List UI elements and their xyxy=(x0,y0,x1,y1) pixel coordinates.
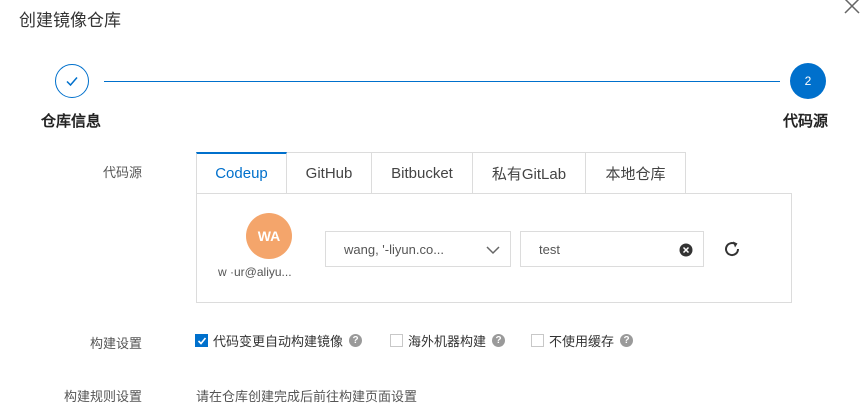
step-2-number: 2 xyxy=(804,74,812,88)
tab-private-gitlab[interactable]: 私有GitLab xyxy=(473,152,586,194)
help-icon[interactable]: ? xyxy=(492,334,506,347)
no-cache-label[interactable]: 不使用缓存 xyxy=(549,331,614,350)
step-1-label: 仓库信息 xyxy=(41,113,102,130)
option-no-cache: 不使用缓存 ? xyxy=(531,331,634,350)
tab-bitbucket[interactable]: Bitbucket xyxy=(372,152,473,194)
tab-local-repo[interactable]: 本地仓库 xyxy=(586,152,686,194)
code-source-label: 代码源 xyxy=(102,165,142,180)
repo-input[interactable]: test xyxy=(520,231,704,267)
no-cache-checkbox[interactable] xyxy=(531,334,544,347)
help-icon[interactable]: ? xyxy=(349,334,363,347)
clear-icon[interactable] xyxy=(679,243,693,257)
org-select-value: wang, '-liyun.co... xyxy=(344,242,445,257)
build-settings-label: 构建设置 xyxy=(89,336,142,351)
step-2-label: 代码源 xyxy=(783,113,829,130)
repo-input-value: test xyxy=(539,242,560,257)
overseas-build-checkbox[interactable] xyxy=(390,334,403,347)
overseas-build-label[interactable]: 海外机器构建 xyxy=(408,331,486,350)
step-1-indicator xyxy=(55,64,89,98)
avatar-initials: WA xyxy=(257,228,281,244)
build-rules-text: 请在仓库创建完成后前往构建页面设置 xyxy=(196,389,418,404)
source-tabs: Codeup GitHub Bitbucket 私有GitLab 本地仓库 xyxy=(196,152,686,194)
tab-codeup[interactable]: Codeup xyxy=(196,152,287,194)
option-auto-build: 代码变更自动构建镜像 ? xyxy=(195,331,363,350)
build-rules-label: 构建规则设置 xyxy=(63,389,142,404)
refresh-icon[interactable] xyxy=(722,239,742,259)
auto-build-label[interactable]: 代码变更自动构建镜像 xyxy=(213,331,343,350)
help-icon[interactable]: ? xyxy=(620,334,634,347)
option-overseas-build: 海外机器构建 ? xyxy=(390,331,506,350)
dialog-title: 创建镜像仓库 xyxy=(19,11,121,30)
avatar: WA xyxy=(246,213,292,259)
close-icon[interactable] xyxy=(842,0,862,16)
chevron-down-icon xyxy=(486,246,500,255)
check-icon xyxy=(66,77,78,87)
step-2-indicator: 2 xyxy=(790,63,826,99)
org-select[interactable]: wang, '-liyun.co... xyxy=(325,231,511,267)
tab-github[interactable]: GitHub xyxy=(287,152,372,194)
account-name: w ·ur@aliyu... xyxy=(218,265,292,279)
auto-build-checkbox[interactable] xyxy=(195,334,208,347)
stepper-line xyxy=(104,81,780,82)
check-icon xyxy=(197,336,206,345)
